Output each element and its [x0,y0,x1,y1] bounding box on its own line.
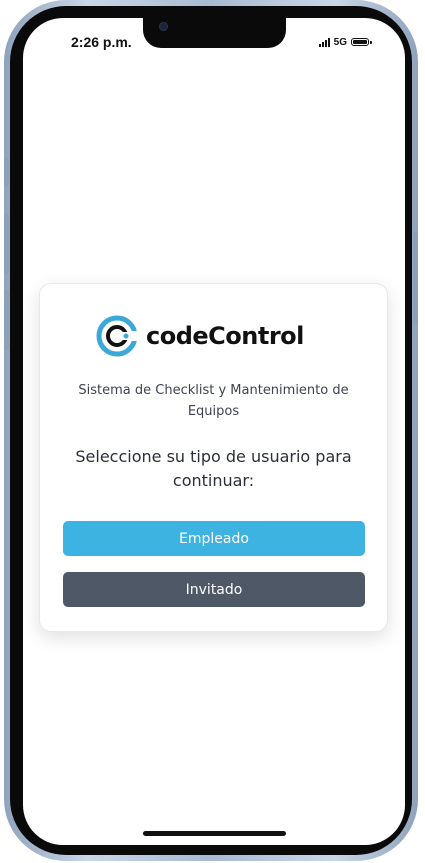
app-logo: codeControl [96,314,304,358]
notch [143,18,286,48]
volume-down-button [4,290,9,350]
power-button [413,232,418,324]
logo-text: codeControl [146,322,304,350]
silent-switch [4,158,9,186]
home-indicator[interactable] [143,831,286,836]
status-time: 2:26 p.m. [71,34,132,50]
status-icons: 5G [318,35,372,49]
volume-up-button [4,214,9,274]
guest-button[interactable]: Invitado [63,572,365,607]
battery-icon [351,38,372,46]
app-subtitle: Sistema de Checklist y Mantenimiento de … [78,383,349,419]
code-control-logo-icon [96,315,138,357]
user-type-prompt: Seleccione su tipo de usuario para conti… [75,447,352,490]
camera-icon [159,22,168,31]
user-type-card: codeControl Sistema de Checklist y Mante… [39,283,388,632]
signal-icon [318,37,330,47]
network-type: 5G [333,36,347,48]
employee-button[interactable]: Empleado [63,521,365,556]
screen: 2:26 p.m. 5G codeControl Sistema de Chec… [23,18,405,845]
